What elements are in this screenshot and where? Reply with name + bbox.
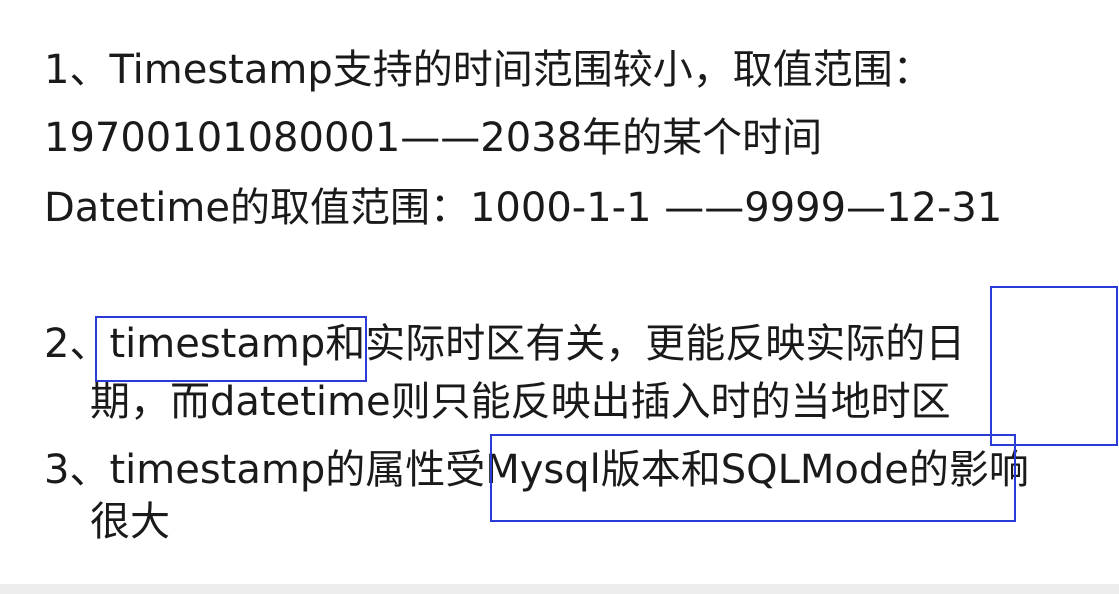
bottom-bar (0, 584, 1119, 594)
point-1-line-2: 19700101080001——2038年的某个时间 (44, 115, 823, 161)
point-1-line-3: Datetime的取值范围：1000-1-1 ——9999—12-31 (44, 185, 1003, 231)
point-3-line-2: 很大 (90, 499, 170, 545)
point-1-line-1: 1、Timestamp支持的时间范围较小，取值范围： (44, 47, 933, 93)
slide-canvas: 1、Timestamp支持的时间范围较小，取值范围： 1970010108000… (0, 0, 1119, 594)
highlight-box-mysql-sqlmode (490, 434, 1016, 522)
highlight-box-timestamp (95, 316, 367, 382)
highlight-box-right-edge (990, 286, 1118, 446)
